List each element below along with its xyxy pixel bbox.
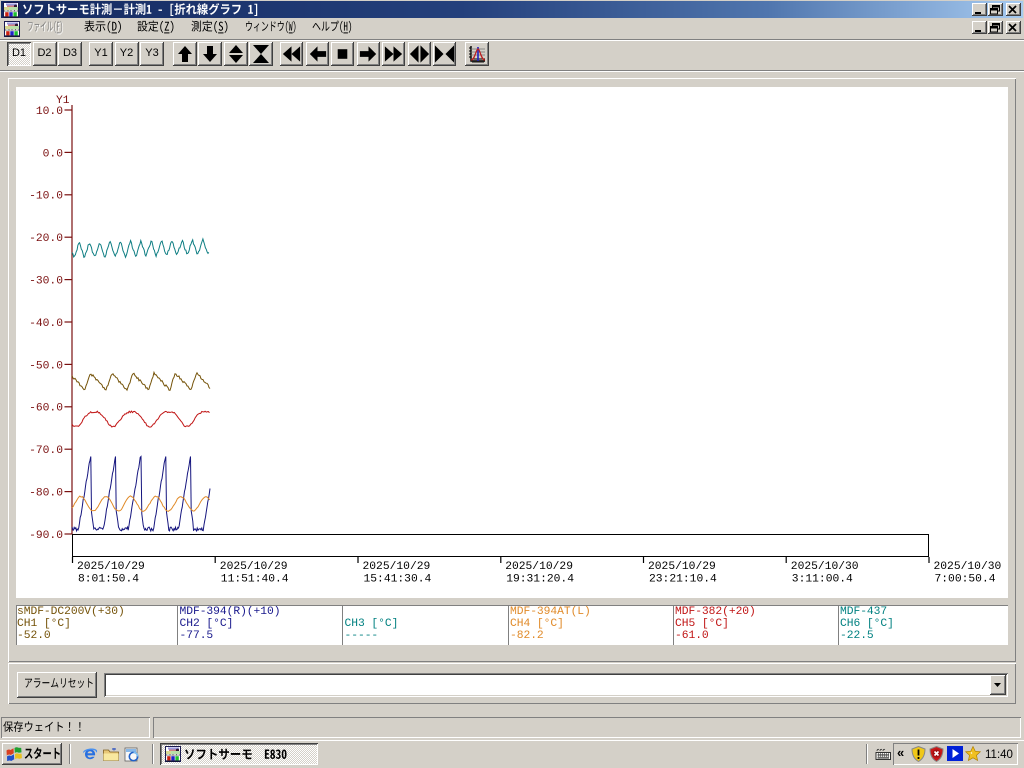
svg-text:-30.0: -30.0 <box>29 276 63 288</box>
svg-text:2025/10/30: 2025/10/30 <box>791 561 859 573</box>
svg-text:8:01:50.4: 8:01:50.4 <box>78 574 139 586</box>
svg-text:Y1: Y1 <box>56 95 70 107</box>
svg-text:7:00:50.4: 7:00:50.4 <box>935 574 996 586</box>
svg-text:2025/10/29: 2025/10/29 <box>648 561 716 573</box>
svg-text:2025/10/29: 2025/10/29 <box>77 561 145 573</box>
svg-text:10.0: 10.0 <box>36 106 63 118</box>
svg-text:-80.0: -80.0 <box>29 488 63 500</box>
svg-text:-10.0: -10.0 <box>29 191 63 203</box>
svg-text:-90.0: -90.0 <box>29 530 63 542</box>
svg-text:2025/10/30: 2025/10/30 <box>934 561 1002 573</box>
svg-text:2025/10/29: 2025/10/29 <box>220 561 288 573</box>
svg-text:-70.0: -70.0 <box>29 445 63 457</box>
svg-text:-40.0: -40.0 <box>29 318 63 330</box>
svg-text:-50.0: -50.0 <box>29 360 63 372</box>
svg-text:19:31:20.4: 19:31:20.4 <box>506 574 574 586</box>
svg-text:0.0: 0.0 <box>43 148 64 160</box>
svg-text:11:51:40.4: 11:51:40.4 <box>221 574 289 586</box>
svg-text:15:41:30.4: 15:41:30.4 <box>364 574 432 586</box>
svg-text:-20.0: -20.0 <box>29 233 63 245</box>
svg-text:3:11:00.4: 3:11:00.4 <box>792 574 853 586</box>
svg-text:2025/10/29: 2025/10/29 <box>363 561 431 573</box>
svg-text:23:21:10.4: 23:21:10.4 <box>649 574 717 586</box>
svg-text:2025/10/29: 2025/10/29 <box>505 561 573 573</box>
svg-text:-60.0: -60.0 <box>29 403 63 415</box>
